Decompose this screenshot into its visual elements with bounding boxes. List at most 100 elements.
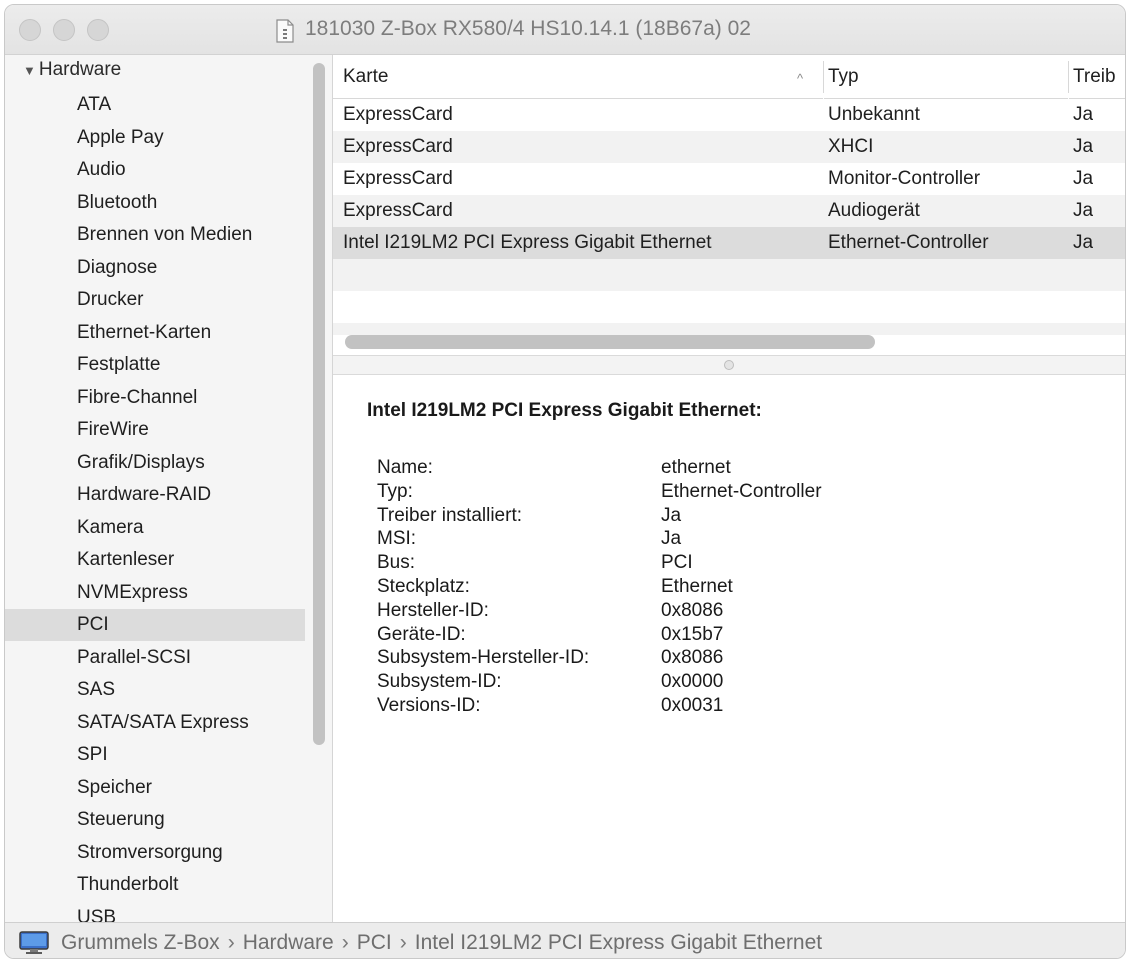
sidebar-item-label: Fibre-Channel xyxy=(77,386,198,408)
system-information-window: 181030 Z-Box RX580/4 HS10.14.1 (18B67a) … xyxy=(4,4,1126,959)
sidebar-item-label: Grafik/Displays xyxy=(77,451,205,473)
sidebar-item-label: Parallel-SCSI xyxy=(77,646,192,668)
close-window-button[interactable] xyxy=(19,19,41,41)
detail-label: Subsystem-Hersteller-ID: xyxy=(377,647,590,669)
disclosure-triangle-icon[interactable]: ▼ xyxy=(23,63,36,78)
detail-label: Versions-ID: xyxy=(377,695,481,716)
sidebar-item-thunderbolt[interactable]: Thunderbolt xyxy=(5,869,305,901)
cell-treiber: Ja xyxy=(1073,200,1094,221)
detail-value: Ethernet xyxy=(661,576,733,597)
status-bar: Grummels Z-Box › Hardware › PCI › Intel I219LM… xyxy=(5,922,1125,958)
detail-value: Ja xyxy=(661,504,682,526)
sidebar-item-label: SATA/SATA Express xyxy=(77,711,249,733)
cell-typ: Unbekannt xyxy=(828,104,920,125)
sidebar-item-fibre-channel[interactable]: Fibre-Channel xyxy=(5,382,305,414)
detail-title: Intel I219LM2 PCI Express Gigabit Ethern… xyxy=(367,400,762,421)
detail-value: PCI xyxy=(661,552,693,574)
cell-treiber: Ja xyxy=(1073,104,1094,125)
sidebar-item-label: Diagnose xyxy=(77,256,158,278)
sidebar-item-steuerung[interactable]: Steuerung xyxy=(5,804,305,836)
cell-typ: Ethernet-Controller xyxy=(828,232,989,253)
sidebar-item-label: Steuerung xyxy=(77,809,165,830)
sidebar-item-sas[interactable]: SAS xyxy=(5,674,305,706)
zoom-window-button[interactable] xyxy=(87,19,109,41)
sidebar-item-drucker[interactable]: Drucker xyxy=(5,284,305,316)
sidebar-item-label: Kartenleser xyxy=(77,549,175,570)
sidebar-item-label: Apple Pay xyxy=(77,126,164,148)
detail-label: Steckplatz: xyxy=(377,576,470,597)
table-horizontal-scrollbar[interactable] xyxy=(345,335,875,349)
pane-splitter[interactable] xyxy=(333,355,1125,375)
detail-value: Ethernet-Controller xyxy=(661,480,822,502)
sidebar-item-kamera[interactable]: Kamera xyxy=(5,512,305,544)
sidebar-item-label: Stromversorgung xyxy=(77,841,223,863)
sidebar-item-nvmexpress[interactable]: NVMExpress xyxy=(5,577,305,609)
sidebar-item-apple-pay[interactable]: Apple Pay xyxy=(5,122,305,154)
breadcrumb-item[interactable]: PCI xyxy=(357,931,392,954)
window-title: 181030 Z-Box RX580/4 HS10.14.1 (18B67a) … xyxy=(305,17,751,40)
detail-pane: Intel I219LM2 PCI Express Gigabit Ethern… xyxy=(333,375,1125,922)
cell-karte: ExpressCard xyxy=(343,104,453,125)
sidebar-item-label: Ethernet-Karten xyxy=(77,321,212,343)
cell-treiber: Ja xyxy=(1073,232,1094,253)
sidebar-item-label: PCI xyxy=(77,614,109,635)
cell-karte: ExpressCard xyxy=(343,200,453,221)
detail-label: MSI: xyxy=(377,528,417,550)
breadcrumb-item[interactable]: Intel I219LM2 PCI Express Gigabit Ethern… xyxy=(415,931,822,954)
column-header-label: Typ xyxy=(828,66,859,87)
sidebar-item-hardware-raid[interactable]: Hardware-RAID xyxy=(5,479,305,511)
minimize-window-button[interactable] xyxy=(53,19,75,41)
sidebar-item-label: Bluetooth xyxy=(77,191,158,213)
sidebar-item-speicher[interactable]: Speicher xyxy=(5,772,305,804)
detail-value: 0x8086 xyxy=(661,647,724,669)
sidebar-item-grafik-displays[interactable]: Grafik/Displays xyxy=(5,447,305,479)
sidebar-item-kartenleser[interactable]: Kartenleser xyxy=(5,544,305,576)
column-header-karte[interactable]: Karte xyxy=(333,55,823,99)
column-header-treiber[interactable]: Treib xyxy=(1069,55,1125,99)
column-header-label: Karte xyxy=(343,66,389,87)
document-icon xyxy=(276,19,294,43)
sidebar-scrollbar[interactable] xyxy=(313,63,325,745)
sidebar-section-hardware[interactable]: ▼ Hardware xyxy=(23,59,121,81)
computer-icon xyxy=(19,931,49,954)
sidebar-item-festplatte[interactable]: Festplatte xyxy=(5,349,305,381)
cell-treiber: Ja xyxy=(1073,136,1094,157)
breadcrumb-item[interactable]: Hardware xyxy=(243,931,334,954)
sidebar: ▼ Hardware ATA Apple Pay Audio Bluetooth Bren… xyxy=(5,55,333,922)
sidebar-item-ata[interactable]: ATA xyxy=(5,89,305,121)
sidebar-item-usb[interactable]: USB xyxy=(5,902,305,923)
column-header-typ[interactable]: Typ xyxy=(824,55,1068,99)
sidebar-item-bluetooth[interactable]: Bluetooth xyxy=(5,187,305,219)
detail-label: Bus: xyxy=(377,552,416,574)
sidebar-item-ethernet-karten[interactable]: Ethernet-Karten xyxy=(5,317,305,349)
cell-typ: Audiogerät xyxy=(828,200,920,221)
cell-typ: Monitor-Controller xyxy=(828,168,981,189)
sidebar-item-diagnose[interactable]: Diagnose xyxy=(5,252,305,284)
detail-value: 0x15b7 xyxy=(661,623,724,645)
table-row[interactable]: Intel I219LM2 PCI Express Gigabit Ethern… xyxy=(333,227,1125,259)
detail-label: Geräte-ID: xyxy=(377,623,466,645)
table-row[interactable]: ExpressCard Audiogerät Ja xyxy=(333,195,1125,227)
column-header-label: Treib xyxy=(1073,66,1116,87)
breadcrumb-item[interactable]: Grummels Z-Box xyxy=(61,931,220,954)
sidebar-item-audio[interactable]: Audio xyxy=(5,154,305,186)
breadcrumb-separator-icon: › xyxy=(341,931,349,954)
detail-value: ethernet xyxy=(661,457,731,478)
table-row[interactable]: ExpressCard XHCI Ja xyxy=(333,131,1125,163)
sidebar-item-stromversorgung[interactable]: Stromversorgung xyxy=(5,837,305,869)
table-row[interactable]: ExpressCard Unbekannt Ja xyxy=(333,99,1125,131)
breadcrumb-separator-icon: › xyxy=(227,931,235,954)
sidebar-item-brennen-von-medien[interactable]: Brennen von Medien xyxy=(5,219,305,251)
sidebar-item-sata-sata-express[interactable]: SATA/SATA Express xyxy=(5,707,305,739)
detail-label: Hersteller-ID: xyxy=(377,599,489,621)
sidebar-item-firewire[interactable]: FireWire xyxy=(5,414,305,446)
splitter-handle[interactable] xyxy=(724,360,734,370)
detail-value: Ja xyxy=(661,528,682,550)
detail-value: 0x8086 xyxy=(661,599,724,621)
sidebar-item-parallel-scsi[interactable]: Parallel-SCSI xyxy=(5,642,305,674)
table-row[interactable]: ExpressCard Monitor-Controller Ja xyxy=(333,163,1125,195)
detail-label: Name: xyxy=(377,457,433,478)
sidebar-item-spi[interactable]: SPI xyxy=(5,739,305,771)
sidebar-item-label: SPI xyxy=(77,744,108,765)
sidebar-item-pci[interactable]: PCI xyxy=(5,609,305,641)
